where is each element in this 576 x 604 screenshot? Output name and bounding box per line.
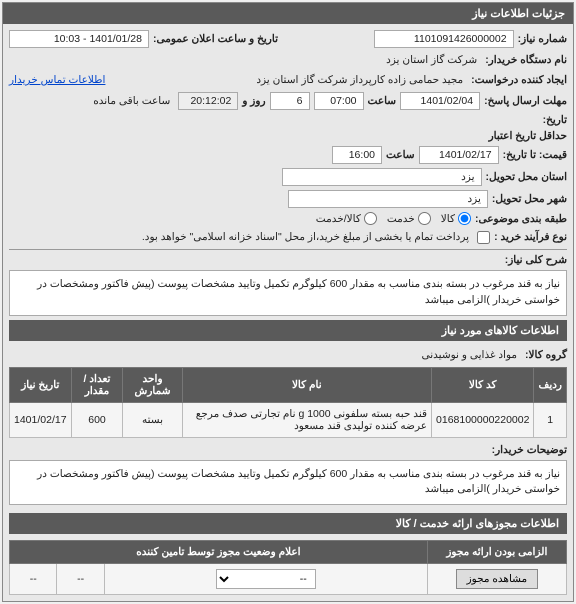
row-history: تاریخ: [9,114,567,126]
category-radio-group: کالا خدمت کالا/خدمت [316,212,471,225]
valid-to-date: 1401/02/17 [419,146,499,164]
days-value: 6 [270,92,310,110]
valid-to-time: 16:00 [332,146,382,164]
items-section-title: اطلاعات کالاهای مورد نیاز [9,320,567,341]
td-dash-1: -- [57,564,104,595]
th-code: کد کالا [432,367,534,402]
row-valid-from-label: حداقل تاریخ اعتبار [9,130,567,142]
requester-value: مجید حمامی زاده کارپرداز شرکت گاز استان … [252,72,467,88]
permits-section-title: اطلاعات مجوزهای ارائه خدمت / کالا [9,513,567,534]
loc-need-value: یزد [282,168,482,186]
purchase-type-checkbox[interactable] [477,231,490,244]
buyer-org-value: شرکت گاز استان یزد [382,52,481,68]
radio-goods-input[interactable] [458,212,471,225]
radio-goods[interactable]: کالا [441,212,471,225]
deadline-label: مهلت ارسال پاسخ: [484,95,567,107]
permits-area: الزامی بودن ارائه مجوز اعلام وضعیت مجوز … [9,540,567,595]
permits-row: مشاهده مجوز -- -- -- [10,564,567,595]
row-buyer-notes: توضیحات خریدار: نیاز به قند مرغوب در بست… [9,444,567,506]
td-code: 0168100000220002 [432,402,534,437]
loc-city-value: یزد [288,190,488,208]
td-select: -- [104,564,427,595]
th-unit: واحد شمارش [123,367,182,402]
radio-service-input[interactable] [418,212,431,225]
row-deadline: مهلت ارسال پاسخ: 1401/02/04 ساعت 07:00 6… [9,92,567,110]
desc-text: نیاز به قند مرغوب در بسته بندی مناسب به … [9,270,567,316]
row-purchase-type: نوع فرآیند خرید : پرداخت تمام یا بخشی از… [9,229,567,245]
view-permit-button[interactable]: مشاهده مجوز [456,569,539,589]
items-table: ردیف کد کالا نام کالا واحد شمارش تعداد /… [9,367,567,438]
buyer-notes-label: توضیحات خریدار: [477,444,567,456]
permits-header-row: الزامی بودن ارائه مجوز اعلام وضعیت مجوز … [10,541,567,564]
row-desc: شرح کلی نیاز: نیاز به قند مرغوب در بسته … [9,254,567,316]
need-no-value: 1101091426000002 [374,30,514,48]
divider-1 [9,249,567,250]
permit-status-select[interactable]: -- [216,569,316,589]
need-no-label: شماره نیاز: [518,33,567,45]
remain-time: 20:12:02 [178,92,238,110]
row-buyer-org: نام دستگاه خریدار: شرکت گاز استان یزد [9,52,567,68]
radio-goods-service-input[interactable] [364,212,377,225]
group-value: مواد غذایی و نوشیدنی [417,347,521,363]
buyer-notes-text: نیاز به قند مرغوب در بسته بندی مناسب به … [9,460,567,506]
requester-label: ایجاد کننده درخواست: [471,74,567,86]
radio-goods-label: کالا [441,213,455,225]
row-category: طبقه بندی موضوعی: کالا خدمت کالا/خدمت [9,212,567,225]
row-group: گروه کالا: مواد غذایی و نوشیدنی [9,347,567,363]
radio-goods-service[interactable]: کالا/خدمت [316,212,377,225]
radio-service[interactable]: خدمت [387,212,431,225]
th-date: تاریخ نیاز [10,367,72,402]
th-mandatory: الزامی بودن ارائه مجوز [427,541,566,564]
panel-title: جزئیات اطلاعات نیاز [3,3,573,24]
valid-from-label: حداقل تاریخ اعتبار [489,130,567,142]
td-row: 1 [534,402,567,437]
purchase-type-label: نوع فرآیند خرید : [494,231,567,243]
public-datetime-value: 1401/01/28 - 10:03 [9,30,149,48]
need-details-panel: جزئیات اطلاعات نیاز شماره نیاز: 11010914… [2,2,574,602]
purchase-type-note: پرداخت تمام یا بخشی از مبلغ خرید،از محل … [138,229,473,245]
day-label: روز و [242,95,265,107]
td-name: قند حبه بسته سلفونی 1000 g نام تجارتی صد… [182,402,431,437]
time-label-1: ساعت [368,95,397,107]
th-row: ردیف [534,367,567,402]
row-valid-to: قیمت: تا تاریخ: 1401/02/17 ساعت 16:00 [9,146,567,164]
td-qty: 600 [71,402,123,437]
td-view-permit: مشاهده مجوز [427,564,566,595]
th-status: اعلام وضعیت مجوز توسط تامین کننده [10,541,428,564]
td-date: 1401/02/17 [10,402,72,437]
time-label-2: ساعت [386,149,415,161]
panel-body: شماره نیاز: 1101091426000002 تاریخ و ساع… [3,24,573,601]
permits-table: الزامی بودن ارائه مجوز اعلام وضعیت مجوز … [9,540,567,595]
radio-goods-service-label: کالا/خدمت [316,213,361,225]
td-dash-2: -- [10,564,57,595]
valid-to-label: قیمت: تا تاریخ: [503,149,567,161]
row-loc-city: شهر محل تحویل: یزد [9,190,567,208]
deadline-time: 07:00 [314,92,364,110]
radio-service-label: خدمت [387,213,415,225]
group-label: گروه کالا: [525,349,567,361]
desc-label: شرح کلی نیاز: [477,254,567,266]
row-loc-need: استان محل تحویل: یزد [9,168,567,186]
table-row: 1 0168100000220002 قند حبه بسته سلفونی 1… [10,402,567,437]
contact-link[interactable]: اطلاعات تماس خریدار [9,74,105,86]
deadline-date: 1401/02/04 [400,92,480,110]
td-unit: بسته [123,402,182,437]
buyer-org-label: نام دستگاه خریدار: [485,54,567,66]
row-need-no: شماره نیاز: 1101091426000002 تاریخ و ساع… [9,30,567,48]
row-requester: ایجاد کننده درخواست: مجید حمامی زاده کار… [9,72,567,88]
loc-city-label: شهر محل تحویل: [492,193,567,205]
th-name: نام کالا [182,367,431,402]
table-header-row: ردیف کد کالا نام کالا واحد شمارش تعداد /… [10,367,567,402]
th-qty: تعداد / مقدار [71,367,123,402]
history-label: تاریخ: [543,114,567,126]
public-datetime-label: تاریخ و ساعت اعلان عمومی: [153,33,278,45]
category-label: طبقه بندی موضوعی: [475,213,567,225]
loc-need-label: استان محل تحویل: [486,171,567,183]
remain-suffix: ساعت باقی مانده [89,93,174,109]
